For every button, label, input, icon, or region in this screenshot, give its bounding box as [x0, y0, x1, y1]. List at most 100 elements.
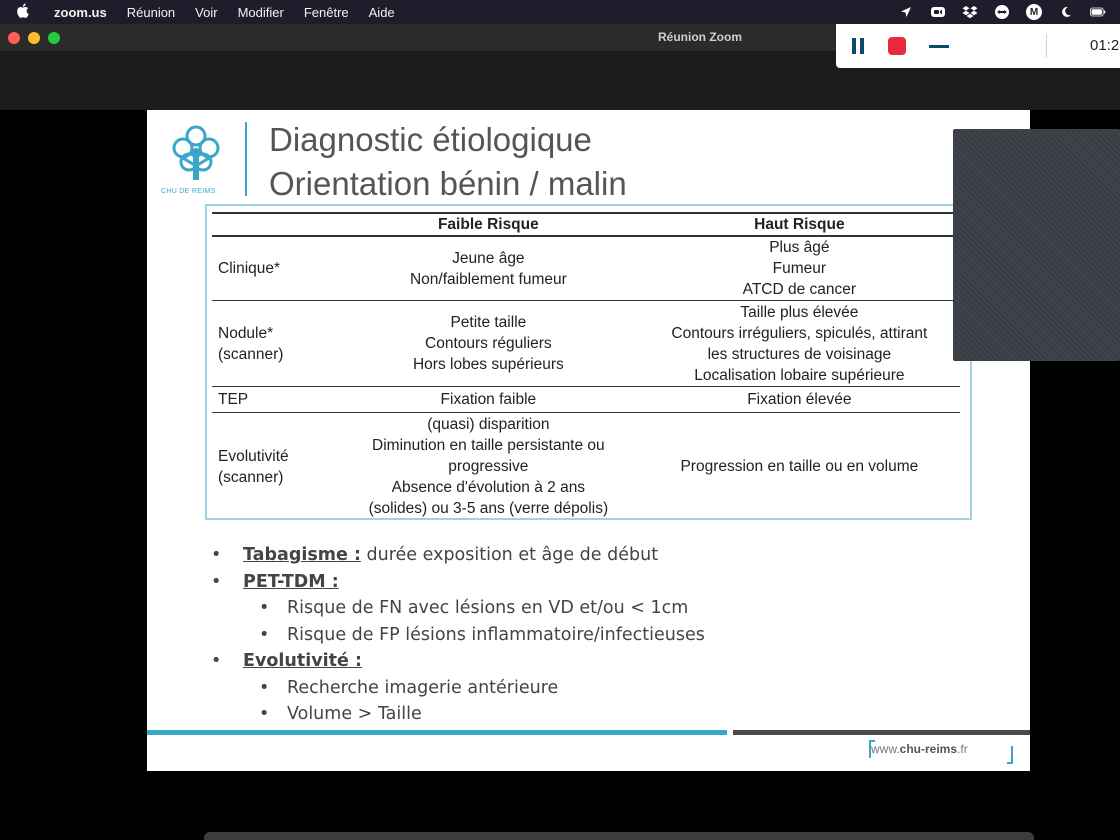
- controls-separator: [1046, 34, 1047, 58]
- cell-line: Jeune âge: [452, 249, 525, 267]
- cell-line: Plus âgé: [769, 239, 830, 256]
- cell-line: Hors lobes supérieurs: [412, 356, 564, 373]
- bullet-heading: PET-TDM :: [243, 571, 339, 592]
- recording-controls: 01:2: [836, 24, 1120, 68]
- risk-table-frame: Faible Risque Haut Risque Clinique* Jeun…: [205, 204, 972, 520]
- cell-line: Fixation faible: [440, 391, 537, 408]
- cell-line: progressive: [448, 458, 529, 476]
- sub-bullet-item: • Volume > Taille: [211, 701, 705, 728]
- sub-bullet-item: • Recherche imagerie antérieure: [211, 675, 705, 702]
- macos-dock: [204, 832, 1034, 840]
- menu-modifier[interactable]: Modifier: [228, 5, 294, 20]
- cell-line: Localisation lobaire supérieure: [694, 366, 905, 384]
- slide-title-line2: Orientation bénin / malin: [269, 165, 627, 202]
- location-arrow-icon[interactable]: [898, 5, 914, 19]
- url-prefix: www.: [871, 742, 900, 756]
- bullet-text: Risque de FN avec lésions en VD et/ou < …: [287, 598, 689, 618]
- slide-title: Diagnostic étiologique Orientation bénin…: [269, 118, 627, 206]
- cell-line: Contours irréguliers, spiculés, attirant: [671, 324, 928, 342]
- bullet-dot: •: [259, 598, 270, 618]
- title-divider: [245, 122, 247, 196]
- bullet-heading: Evolutivité :: [243, 651, 362, 671]
- row-label-line: Clinique*: [218, 260, 281, 277]
- m-app-icon[interactable]: M: [1026, 4, 1042, 20]
- bullet-item: • Evolutivité :: [211, 648, 705, 675]
- dropbox-icon[interactable]: [962, 5, 978, 19]
- bullet-text: Risque de FP lésions inflammatoire/infec…: [287, 624, 705, 645]
- macos-menu-bar: zoom.us Réunion Voir Modifier Fenêtre Ai…: [0, 0, 1120, 24]
- stop-recording-button[interactable]: [888, 37, 906, 55]
- cell-line: (solides) ou 3-5 ans (verre dépolis): [368, 500, 609, 518]
- cell-line: les structures de voisinage: [707, 345, 892, 363]
- cell-line: Diminution en taille persistante ou: [372, 437, 605, 455]
- row-label-line: (scanner): [218, 468, 284, 486]
- row-label: TEP: [212, 386, 338, 413]
- menu-app-name[interactable]: zoom.us: [44, 5, 117, 20]
- cell-line: (quasi) disparition: [427, 416, 550, 434]
- table-header-empty: [212, 212, 338, 237]
- bullet-dot: •: [259, 624, 270, 645]
- zoom-status-icon[interactable]: [930, 5, 946, 19]
- row-label-line: Nodule*: [218, 324, 274, 342]
- row-label-line: (scanner): [218, 345, 284, 363]
- row-label: Nodule* (scanner): [212, 300, 338, 387]
- table-row-tep: TEP Fixation faible Fixation élevée: [212, 386, 960, 413]
- teamviewer-icon[interactable]: [994, 5, 1010, 19]
- high-risk-cell: Fixation élevée: [638, 386, 960, 413]
- bullet-text: Recherche imagerie antérieure: [287, 677, 559, 698]
- low-risk-cell: Petite taille Contours réguliers Hors lo…: [338, 300, 639, 387]
- footer-blue-bar: [147, 730, 727, 735]
- battery-icon[interactable]: [1090, 5, 1106, 19]
- slide-title-line1: Diagnostic étiologique: [269, 121, 592, 158]
- bullet-item: • Tabagisme : durée exposition et âge de…: [211, 542, 705, 569]
- bullet-text: Volume > Taille: [287, 704, 422, 724]
- moon-icon[interactable]: [1058, 5, 1074, 19]
- low-risk-cell: (quasi) disparition Diminution en taille…: [338, 413, 639, 521]
- bullet-dot: •: [211, 651, 222, 671]
- cell-line: Petite taille: [450, 314, 527, 331]
- table-row-nodule: Nodule* (scanner) Petite taille Contours…: [212, 300, 960, 387]
- row-label: Evolutivité (scanner): [212, 413, 338, 521]
- menu-voir[interactable]: Voir: [185, 5, 227, 20]
- low-risk-cell: Fixation faible: [338, 386, 639, 413]
- sub-bullet-item: • Risque de FN avec lésions en VD et/ou …: [211, 595, 705, 622]
- menu-fenetre[interactable]: Fenêtre: [294, 5, 359, 20]
- cell-line: Fumeur: [772, 260, 827, 277]
- bullet-heading: Tabagisme :: [243, 545, 361, 565]
- apple-menu-icon[interactable]: [0, 3, 44, 21]
- high-risk-cell: Plus âgé Fumeur ATCD de cancer: [638, 236, 960, 301]
- bullet-dot: •: [211, 571, 222, 592]
- table-header-low-risk: Faible Risque: [338, 212, 639, 237]
- participant-video-tile[interactable]: [953, 129, 1120, 361]
- row-label-line: Evolutivité: [218, 447, 289, 465]
- table-header-high-risk: Haut Risque: [638, 212, 960, 237]
- row-label: Clinique*: [212, 236, 338, 301]
- cell-line: Contours réguliers: [425, 335, 552, 352]
- footer-url: www.chu-reims.fr: [871, 742, 968, 756]
- cell-line: Non/faiblement fumeur: [409, 270, 567, 288]
- table-row-clinique: Clinique* Jeune âge Non/faiblement fumeu…: [212, 236, 960, 301]
- bullet-dot: •: [259, 677, 270, 698]
- bullet-text: durée exposition et âge de début: [360, 545, 659, 565]
- cell-line: Fixation élevée: [747, 391, 852, 408]
- menu-aide[interactable]: Aide: [359, 5, 405, 20]
- cell-line: Progression en taille ou en volume: [680, 458, 919, 476]
- high-risk-cell: Taille plus élevée Contours irréguliers,…: [638, 300, 960, 387]
- high-risk-cell: Progression en taille ou en volume: [639, 413, 960, 521]
- minimize-controls-button[interactable]: [929, 45, 949, 48]
- table-row-evolutivite: Evolutivité (scanner) (quasi) disparitio…: [212, 413, 960, 521]
- pause-recording-button[interactable]: [850, 38, 866, 54]
- bullet-list: • Tabagisme : durée exposition et âge de…: [211, 542, 705, 728]
- logo-caption: CHU DE REIMS: [161, 188, 216, 195]
- url-suffix: .fr: [957, 742, 968, 756]
- low-risk-cell: Jeune âge Non/faiblement fumeur: [338, 236, 639, 301]
- sub-bullet-item: • Risque de FP lésions inflammatoire/inf…: [211, 622, 705, 649]
- url-main: chu-reims: [899, 742, 958, 756]
- bullet-dot: •: [259, 704, 270, 724]
- cell-line: Taille plus élevée: [740, 303, 859, 321]
- menu-reunion[interactable]: Réunion: [117, 5, 185, 20]
- cell-line: ATCD de cancer: [742, 281, 857, 298]
- row-label-line: TEP: [218, 391, 249, 408]
- recording-timer: 01:2: [1090, 37, 1120, 54]
- shared-slide: CHU DE REIMS Diagnostic étiologique Orie…: [147, 110, 1030, 771]
